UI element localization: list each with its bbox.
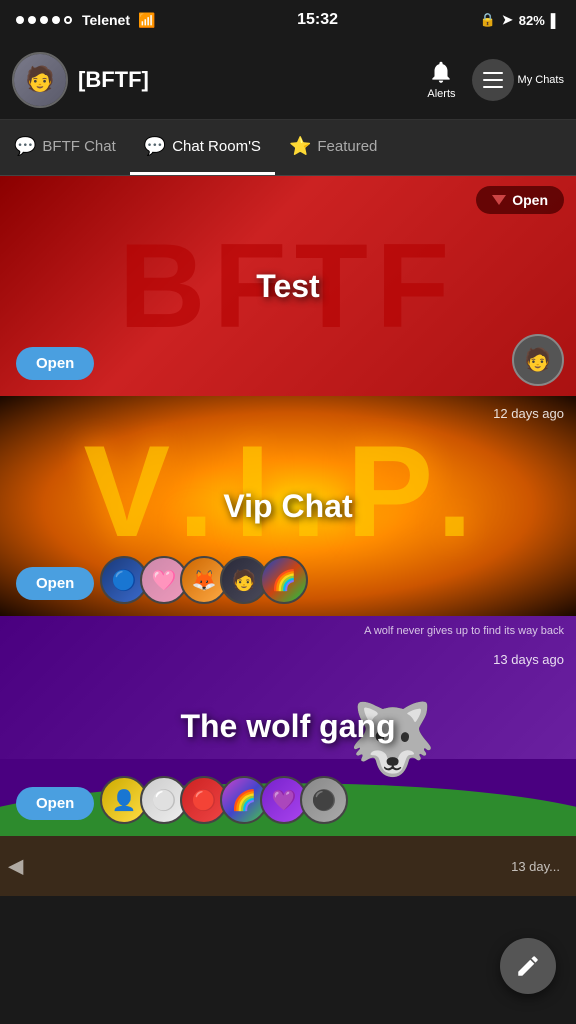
rooms-list: BFTF Open Test Open 🧑 V.I.P. 12 days ago… xyxy=(0,176,576,896)
tab-chatrooms-label: Chat Room'S xyxy=(172,138,261,155)
top-open-label: Open xyxy=(512,192,548,208)
header-actions: Alerts My Chats xyxy=(419,55,564,104)
lock-icon: 🔒 xyxy=(480,12,496,28)
tab-bftf-chat[interactable]: 💬 BFTF Chat xyxy=(0,120,130,175)
vip-member-5: 🌈 xyxy=(260,556,308,604)
scroll-left-arrow[interactable]: ◀ xyxy=(0,846,31,887)
tab-bftf-label: BFTF Chat xyxy=(42,138,115,155)
avatar-image: 🧑 xyxy=(14,54,66,106)
menu-button[interactable] xyxy=(472,59,514,101)
status-carrier: Telenet 📶 xyxy=(16,12,155,29)
test-room-host-avatar: 🧑 xyxy=(512,334,564,386)
room-card-vip: V.I.P. 12 days ago Vip Chat Open 🔵 🩷 🦊 🧑… xyxy=(0,396,576,616)
room-card-test: BFTF Open Test Open 🧑 xyxy=(0,176,576,396)
wolf-room-motto: A wolf never gives up to find its way ba… xyxy=(364,624,564,639)
next-room-peek: ◀ 13 day... xyxy=(0,836,576,896)
menu-line-3 xyxy=(483,86,503,88)
status-time: 15:32 xyxy=(297,11,338,29)
tab-featured-label: Featured xyxy=(317,138,377,155)
bftf-chat-icon: 💬 xyxy=(14,136,36,157)
tab-bar: 💬 BFTF Chat 💬 Chat Room'S ⭐ Featured xyxy=(0,120,576,176)
menu-line-1 xyxy=(483,72,503,74)
signal-dot-3 xyxy=(40,16,48,24)
signal-dot-2 xyxy=(28,16,36,24)
room-card-wolf: 🐺 A wolf never gives up to find its way … xyxy=(0,616,576,836)
app-header: 🧑 [BFTF] Alerts My Chats xyxy=(0,40,576,120)
my-chats-label: My Chats xyxy=(518,74,564,86)
status-right: 🔒 ➤ 82% ▌ xyxy=(480,12,560,28)
wifi-icon: 📶 xyxy=(138,12,155,29)
tab-chat-rooms[interactable]: 💬 Chat Room'S xyxy=(130,120,275,175)
battery-level: 82% xyxy=(519,13,545,28)
vip-room-time: 12 days ago xyxy=(493,406,564,421)
alerts-label: Alerts xyxy=(427,88,455,100)
bell-svg xyxy=(428,59,454,85)
next-room-time: 13 day... xyxy=(511,859,560,874)
test-open-label: Open xyxy=(36,355,74,372)
filter-icon xyxy=(492,195,506,205)
wolf-member-avatars: 👤 ⚪ 🔴 🌈 💜 ⚫ xyxy=(100,776,348,824)
fab-edit-button[interactable] xyxy=(500,938,556,994)
wolf-member-6: ⚫ xyxy=(300,776,348,824)
test-room-name: Test xyxy=(256,268,319,305)
menu-line-2 xyxy=(483,79,503,81)
user-avatar[interactable]: 🧑 xyxy=(12,52,68,108)
signal-dot-1 xyxy=(16,16,24,24)
vip-member-avatars: 🔵 🩷 🦊 🧑 🌈 xyxy=(100,556,308,604)
location-icon: ➤ xyxy=(502,12,513,28)
status-bar: Telenet 📶 15:32 🔒 ➤ 82% ▌ xyxy=(0,0,576,40)
tab-featured[interactable]: ⭐ Featured xyxy=(275,120,391,175)
signal-dot-4 xyxy=(52,16,60,24)
wolf-room-name: The wolf gang xyxy=(180,708,395,745)
header-username: [BFTF] xyxy=(78,67,409,93)
alerts-button[interactable]: Alerts xyxy=(419,55,463,104)
vip-room-open-button[interactable]: Open xyxy=(16,567,94,600)
test-room-top-open-button[interactable]: Open xyxy=(476,186,564,214)
vip-room-name: Vip Chat xyxy=(223,488,352,525)
signal-dot-5 xyxy=(64,16,72,24)
test-room-open-button[interactable]: Open xyxy=(16,347,94,380)
wolf-open-label: Open xyxy=(36,795,74,812)
battery-icon: ▌ xyxy=(551,13,560,28)
vip-open-label: Open xyxy=(36,575,74,592)
wolf-room-open-button[interactable]: Open xyxy=(16,787,94,820)
featured-star-icon: ⭐ xyxy=(289,136,311,157)
bell-icon xyxy=(428,59,454,85)
carrier-name: Telenet xyxy=(82,12,130,28)
chat-rooms-icon: 💬 xyxy=(144,136,166,157)
edit-icon xyxy=(515,953,541,979)
wolf-room-time: 13 days ago xyxy=(493,652,564,667)
